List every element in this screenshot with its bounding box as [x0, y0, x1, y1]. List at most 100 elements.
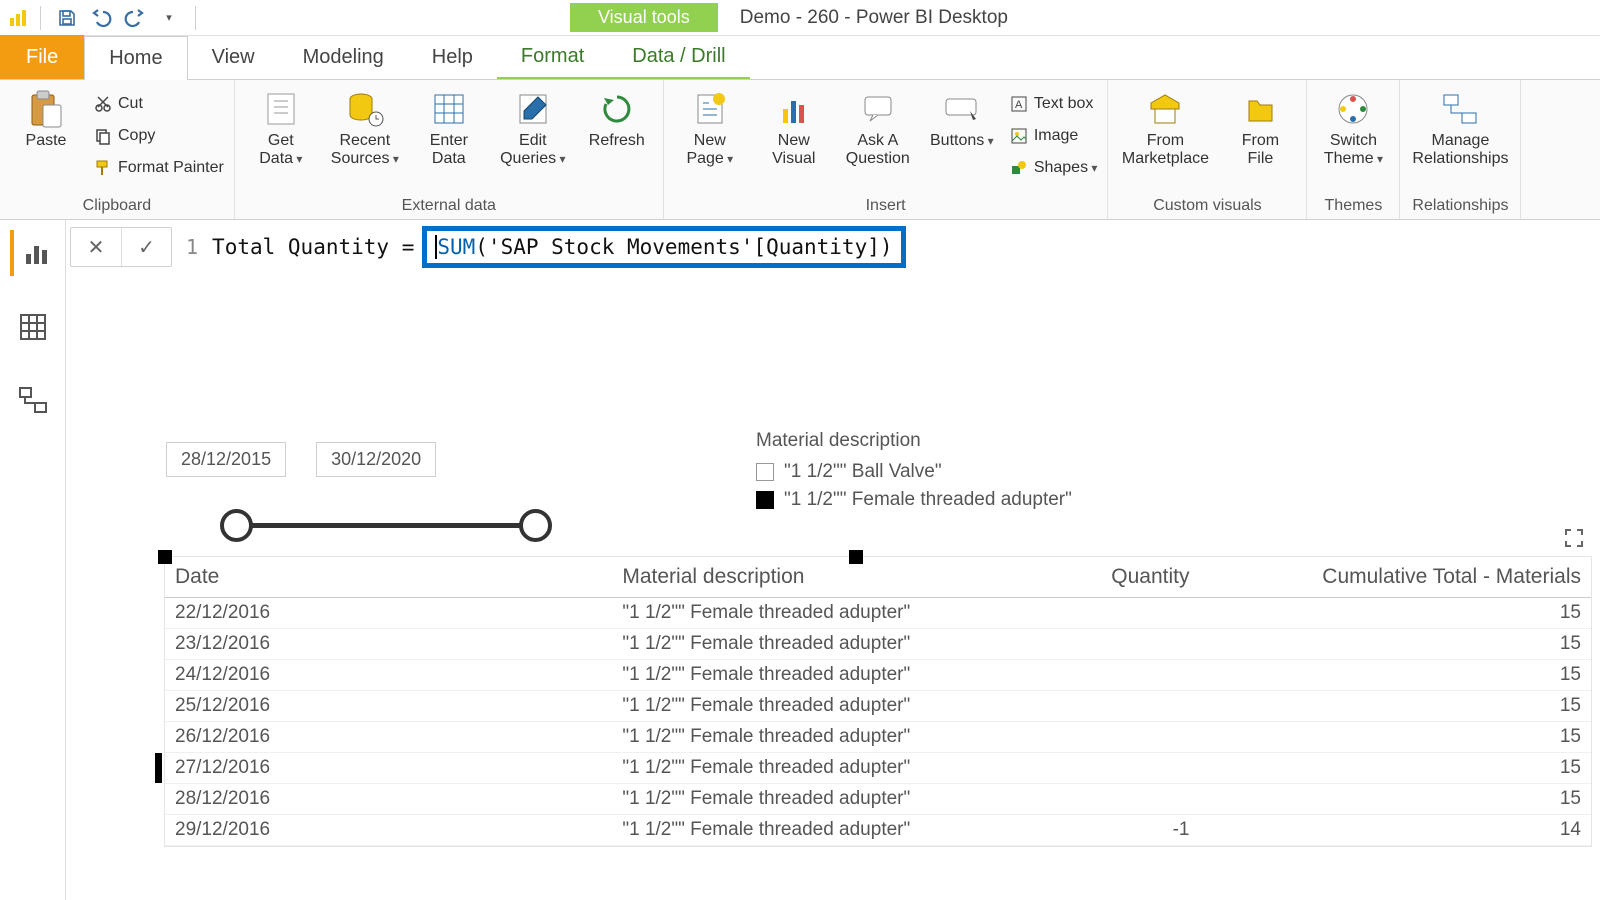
tab-data-drill[interactable]: Data / Drill	[608, 35, 749, 79]
save-button[interactable]	[53, 4, 81, 32]
get-data-label: GetData	[259, 132, 302, 168]
table-row[interactable]: 22/12/2016"1 1/2"" Female threaded adupt…	[165, 598, 1591, 629]
col-cum[interactable]: Cumulative Total - Materials	[1200, 557, 1591, 598]
redo-button[interactable]	[121, 4, 149, 32]
group-custom-visuals-label: Custom visuals	[1118, 195, 1296, 217]
report-view-button[interactable]	[10, 230, 56, 276]
slicer-to-input[interactable]: 30/12/2020	[316, 442, 436, 477]
refresh-label: Refresh	[589, 132, 645, 150]
focus-mode-icon[interactable]	[1563, 527, 1587, 551]
table-visual[interactable]: Date Material description Quantity Cumul…	[164, 556, 1592, 847]
slider-thumb-left[interactable]	[220, 509, 253, 542]
resize-handle-tl[interactable]	[158, 550, 172, 564]
refresh-button[interactable]: Refresh	[581, 86, 653, 150]
cell-qty	[1060, 660, 1200, 691]
from-file-button[interactable]: FromFile	[1224, 86, 1296, 168]
edit-queries-button[interactable]: EditQueries	[497, 86, 569, 168]
group-themes: SwitchTheme Themes	[1307, 80, 1400, 219]
table-row[interactable]: 23/12/2016"1 1/2"" Female threaded adupt…	[165, 629, 1591, 660]
formula-editor[interactable]: SUM('SAP Stock Movements'[Quantity])	[422, 226, 905, 268]
formula-bar: ✕ ✓ 1 Total Quantity = SUM('SAP Stock Mo…	[70, 226, 1600, 268]
group-clipboard: Paste Cut Copy Format Painter Clipboard	[0, 80, 235, 219]
buttons-button[interactable]: Buttons	[926, 86, 998, 150]
qat-customize-button[interactable]: ▾	[155, 4, 183, 32]
group-custom-visuals: FromMarketplace FromFile Custom visuals	[1108, 80, 1307, 219]
shapes-button[interactable]: Shapes	[1010, 154, 1098, 182]
data-view-button[interactable]	[10, 304, 56, 350]
paste-button[interactable]: Paste	[10, 86, 82, 150]
table-row[interactable]: 27/12/2016"1 1/2"" Female threaded adupt…	[165, 753, 1591, 784]
image-label: Image	[1034, 127, 1078, 145]
text-box-button[interactable]: AText box	[1010, 90, 1098, 118]
col-material[interactable]: Material description	[612, 557, 1059, 598]
cell-cum: 15	[1200, 753, 1591, 784]
cell-material: "1 1/2"" Female threaded adupter"	[612, 598, 1059, 629]
get-data-button[interactable]: GetData	[245, 86, 317, 168]
cell-date: 26/12/2016	[165, 722, 612, 753]
legend: Material description "1 1/2"" Ball Valve…	[756, 430, 1072, 514]
window-title: Demo - 260 - Power BI Desktop	[740, 7, 1008, 29]
tab-format[interactable]: Format	[497, 35, 608, 79]
new-page-button[interactable]: NewPage	[674, 86, 746, 168]
cell-material: "1 1/2"" Female threaded adupter"	[612, 815, 1059, 846]
table-row[interactable]: 29/12/2016"1 1/2"" Female threaded adupt…	[165, 815, 1591, 846]
group-external-data-label: External data	[245, 195, 653, 217]
tab-home[interactable]: Home	[84, 36, 187, 80]
resize-handle-top[interactable]	[849, 550, 863, 564]
legend-item-1[interactable]: "1 1/2"" Female threaded adupter"	[756, 486, 1072, 514]
date-slicer[interactable]: 28/12/2015 30/12/2020	[166, 442, 536, 545]
formula-commit-button[interactable]: ✓	[121, 228, 171, 266]
resize-handle-left[interactable]	[155, 753, 162, 783]
text-box-label: Text box	[1034, 95, 1094, 113]
ask-a-question-button[interactable]: Ask AQuestion	[842, 86, 914, 168]
group-relationships-label: Relationships	[1410, 195, 1510, 217]
switch-theme-button[interactable]: SwitchTheme	[1317, 86, 1389, 168]
col-date[interactable]: Date	[165, 557, 612, 598]
ribbon: Paste Cut Copy Format Painter Clipboard …	[0, 80, 1600, 220]
tab-modeling[interactable]: Modeling	[279, 35, 408, 79]
copy-label: Copy	[118, 127, 155, 145]
format-painter-button[interactable]: Format Painter	[94, 154, 224, 182]
cell-cum: 14	[1200, 815, 1591, 846]
cell-qty	[1060, 691, 1200, 722]
enter-data-button[interactable]: EnterData	[413, 86, 485, 168]
tab-file[interactable]: File	[0, 35, 84, 79]
table-row[interactable]: 24/12/2016"1 1/2"" Female threaded adupt…	[165, 660, 1591, 691]
col-qty[interactable]: Quantity	[1060, 557, 1200, 598]
undo-button[interactable]	[87, 4, 115, 32]
manage-relationships-button[interactable]: ManageRelationships	[1410, 86, 1510, 168]
cell-cum: 15	[1200, 629, 1591, 660]
slicer-slider[interactable]	[236, 505, 536, 545]
report-canvas[interactable]: 28/12/2015 30/12/2020 Material descripti…	[66, 290, 1600, 900]
tab-view[interactable]: View	[188, 35, 279, 79]
slicer-from-input[interactable]: 28/12/2015	[166, 442, 286, 477]
cell-date: 25/12/2016	[165, 691, 612, 722]
image-button[interactable]: Image	[1010, 122, 1098, 150]
recent-sources-button[interactable]: RecentSources	[329, 86, 401, 168]
legend-item-0[interactable]: "1 1/2"" Ball Valve"	[756, 458, 1072, 486]
enter-data-label: EnterData	[430, 132, 468, 168]
from-marketplace-button[interactable]: FromMarketplace	[1118, 86, 1212, 168]
cut-button[interactable]: Cut	[94, 90, 224, 118]
legend-item-1-label: "1 1/2"" Female threaded adupter"	[784, 489, 1072, 511]
cell-material: "1 1/2"" Female threaded adupter"	[612, 691, 1059, 722]
tab-help[interactable]: Help	[408, 35, 497, 79]
cell-date: 22/12/2016	[165, 598, 612, 629]
cell-qty	[1060, 753, 1200, 784]
table-row[interactable]: 25/12/2016"1 1/2"" Female threaded adupt…	[165, 691, 1591, 722]
formula-cancel-button[interactable]: ✕	[71, 228, 121, 266]
slider-thumb-right[interactable]	[519, 509, 552, 542]
title-bar: ▾ Visual tools Demo - 260 - Power BI Des…	[0, 0, 1600, 36]
checkbox-checked-icon[interactable]	[756, 491, 774, 509]
cut-label: Cut	[118, 95, 143, 113]
buttons-label: Buttons	[930, 132, 994, 150]
table-row[interactable]: 28/12/2016"1 1/2"" Female threaded adupt…	[165, 784, 1591, 815]
checkbox-unchecked-icon[interactable]	[756, 463, 774, 481]
cell-qty	[1060, 629, 1200, 660]
table-row[interactable]: 26/12/2016"1 1/2"" Female threaded adupt…	[165, 722, 1591, 753]
copy-button[interactable]: Copy	[94, 122, 224, 150]
cell-material: "1 1/2"" Female threaded adupter"	[612, 660, 1059, 691]
formula-function: SUM	[437, 235, 475, 259]
model-view-button[interactable]	[10, 378, 56, 424]
new-visual-button[interactable]: NewVisual	[758, 86, 830, 168]
